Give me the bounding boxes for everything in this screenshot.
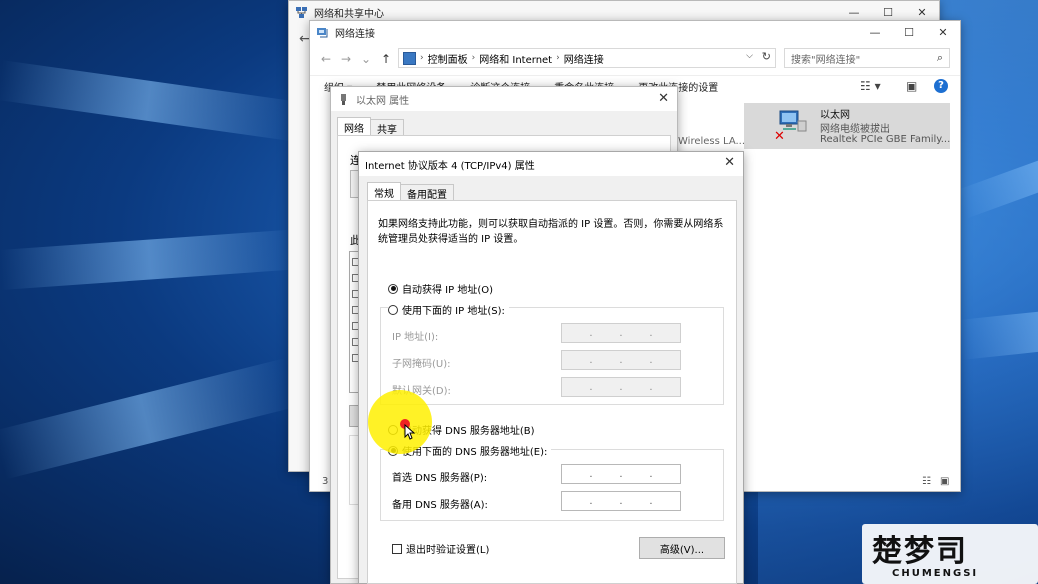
details-view-icon[interactable]: ☷ xyxy=(922,476,931,487)
ip-settings-description: 如果网络支持此功能，则可以获取自动指派的 IP 设置。否则，你需要从网络系统管理… xyxy=(378,219,724,245)
validate-on-exit-label: 退出时验证设置(L) xyxy=(406,545,490,556)
close-icon[interactable]: ✕ xyxy=(926,21,960,43)
ip-manual-radio[interactable] xyxy=(388,304,398,315)
preferred-dns-input[interactable]: ... xyxy=(561,464,681,484)
control-panel-icon xyxy=(403,51,416,65)
network-icon xyxy=(295,6,308,19)
ip-auto-option[interactable]: 自动获得 IP 地址(O) xyxy=(388,281,493,296)
wireless-adapter-label[interactable]: Wireless LA... xyxy=(678,136,745,147)
search-icon[interactable]: ⌕ xyxy=(937,51,943,65)
nc-caption-buttons: — ☐ ✕ xyxy=(858,21,960,43)
ip-auto-label: 自动获得 IP 地址(O) xyxy=(402,285,494,296)
ethernet-icon xyxy=(337,93,350,106)
address-bar-row: ← → ⌄ ↑ › 控制面板 › 网络和 Internet › 网络连接 ⌵ ↻… xyxy=(310,45,960,73)
chevron-right-icon: › xyxy=(556,53,560,63)
view-options-icon[interactable]: ☷ ▾ xyxy=(860,79,881,93)
network-connections-icon xyxy=(316,26,329,39)
alternate-dns-label: 备用 DNS 服务器(A): xyxy=(392,500,488,511)
connection-name: 以太网 xyxy=(820,110,850,121)
ip-manual-label: 使用下面的 IP 地址(S): xyxy=(402,306,505,317)
disconnected-x-icon: ✕ xyxy=(774,129,785,144)
tcp-ipv4-properties-dialog: Internet 协议版本 4 (TCP/IPv4) 属性 ✕ 常规 备用配置 … xyxy=(358,151,744,584)
search-input[interactable]: 搜索"网络连接" ⌕ xyxy=(784,48,950,68)
connection-status: 网络电缆被拔出 xyxy=(820,124,890,135)
refresh-icon[interactable]: ↻ xyxy=(762,50,771,63)
tcp-title: Internet 协议版本 4 (TCP/IPv4) 属性 xyxy=(365,160,535,172)
validate-on-exit-option[interactable]: 退出时验证设置(L) xyxy=(392,541,489,556)
chevron-right-icon: › xyxy=(471,53,476,63)
chevron-down-icon[interactable]: ⌵ xyxy=(746,51,753,61)
ip-address-label: IP 地址(I): xyxy=(392,332,439,343)
address-bar[interactable]: › 控制面板 › 网络和 Internet › 网络连接 ⌵ ↻ xyxy=(398,48,776,68)
close-icon[interactable]: ✕ xyxy=(724,155,735,170)
breadcrumb-network-connections[interactable]: 网络连接 xyxy=(564,51,604,66)
eth-titlebar: 以太网 属性 xyxy=(331,87,677,111)
preview-pane-icon[interactable]: ▣ xyxy=(906,79,917,93)
wallpaper-beam xyxy=(0,60,300,142)
tcp-titlebar: Internet 协议版本 4 (TCP/IPv4) 属性 xyxy=(359,152,743,176)
large-icons-view-icon[interactable]: ▣ xyxy=(940,476,949,487)
minimize-icon[interactable]: — xyxy=(858,21,892,43)
ip-manual-option[interactable]: 使用下面的 IP 地址(S): xyxy=(388,302,509,317)
breadcrumb-network-internet[interactable]: 网络和 Internet xyxy=(479,51,552,66)
validate-on-exit-checkbox[interactable] xyxy=(392,543,402,554)
watermark-subtext: CHUMENGSI xyxy=(892,568,979,579)
forward-arrow-icon[interactable]: → xyxy=(336,52,356,66)
subnet-mask-input[interactable]: ... xyxy=(561,350,681,370)
chevron-right-icon: › xyxy=(420,53,424,63)
alternate-dns-input[interactable]: ... xyxy=(561,491,681,511)
recent-chevron-icon[interactable]: ⌄ xyxy=(356,52,376,66)
tcp-general-panel: 如果网络支持此功能，则可以获取自动指派的 IP 设置。否则，你需要从网络系统管理… xyxy=(367,200,737,584)
tab-general[interactable]: 常规 xyxy=(367,182,401,202)
nsc-title: 网络和共享中心 xyxy=(314,8,384,20)
search-placeholder: 搜索"网络连接" xyxy=(791,54,861,66)
breadcrumb-control-panel[interactable]: 控制面板 xyxy=(428,51,468,66)
connection-device: Realtek PCIe GBE Family... xyxy=(820,134,951,145)
wallpaper-beam xyxy=(0,229,301,290)
maximize-icon[interactable]: ☐ xyxy=(892,21,926,43)
ip-address-input[interactable]: ... xyxy=(561,323,681,343)
watermark-text: 楚梦司 xyxy=(872,534,968,569)
ip-auto-radio[interactable] xyxy=(388,283,398,294)
help-icon[interactable]: ? xyxy=(934,79,948,93)
watermark-logo: 楚梦司 CHUMENGSI xyxy=(862,524,1038,584)
tab-network[interactable]: 网络 xyxy=(337,117,371,137)
back-arrow-icon[interactable]: ← xyxy=(316,52,336,66)
item-count: 3 xyxy=(322,476,329,487)
advanced-button[interactable]: 高级(V)... xyxy=(639,537,725,559)
close-icon[interactable]: ✕ xyxy=(658,91,669,106)
preferred-dns-label: 首选 DNS 服务器(P): xyxy=(392,473,488,484)
dns-manual-label: 使用下面的 DNS 服务器地址(E): xyxy=(402,447,548,458)
up-arrow-icon[interactable]: ↑ xyxy=(376,52,396,66)
subnet-mask-label: 子网掩码(U): xyxy=(392,359,451,370)
mouse-cursor-icon xyxy=(404,424,416,440)
default-gateway-input[interactable]: ... xyxy=(561,377,681,397)
eth-title: 以太网 属性 xyxy=(356,95,410,107)
ethernet-connection-item[interactable]: ✕ 以太网 网络电缆被拔出 Realtek PCIe GBE Family... xyxy=(744,103,950,149)
wallpaper-beam xyxy=(0,358,298,480)
nc-title: 网络连接 xyxy=(335,28,375,40)
